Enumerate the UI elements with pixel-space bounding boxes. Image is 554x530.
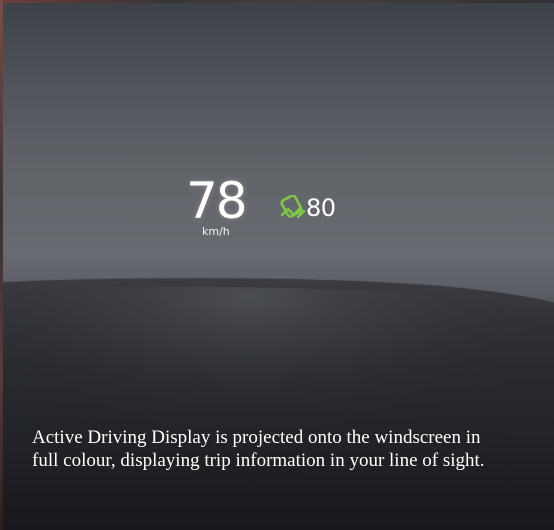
- hud-screenshot: 78 km/h 80 Active Driving Display is pro…: [0, 0, 554, 530]
- current-speed: 78: [186, 172, 248, 230]
- caption-text: Active Driving Display is projected onto…: [32, 427, 485, 471]
- window-frame-top: [0, 0, 554, 3]
- speed-limit-value: 80: [306, 194, 336, 222]
- head-up-display: 78 km/h 80: [186, 176, 356, 246]
- speed-sign-icon: [280, 195, 306, 219]
- speed-unit: km/h: [202, 225, 230, 238]
- dashboard-highlight: [0, 286, 554, 530]
- window-frame-left: [0, 0, 3, 530]
